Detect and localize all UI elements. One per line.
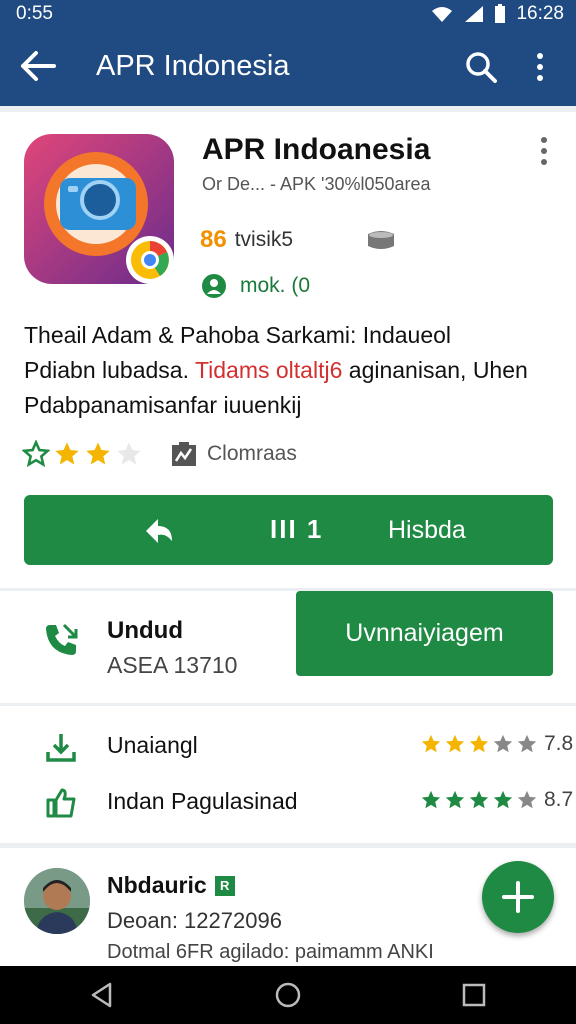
download-button[interactable]: Uvnnaiyiagem: [296, 591, 553, 676]
share-icon: [146, 519, 172, 543]
star-icon: [445, 734, 465, 753]
download-subtitle: ASEA 13710: [107, 652, 238, 678]
download-card: Undud ASEA 13710 Uvnnaiyiagem: [0, 591, 576, 703]
app-title: APR Indoanesia: [202, 133, 431, 166]
status-clock: 16:28: [516, 3, 564, 24]
info-row[interactable]: Indan Pagulasinad 8.7: [0, 776, 576, 826]
storage-icon: [368, 231, 394, 249]
add-fab-button[interactable]: [482, 861, 554, 933]
wifi-icon: [432, 7, 453, 22]
description-line: Pdabpanamisanfar iuuenkij: [24, 392, 302, 418]
star-empty-icon: [117, 442, 141, 465]
overflow-menu-icon[interactable]: [528, 50, 552, 84]
row-rating-value: 7.8: [544, 732, 574, 755]
category-label: Clomraas: [207, 442, 297, 465]
app-description: Theail Adam & Pahoba Sarkami: Indaueol P…: [24, 318, 554, 423]
star-icon: [55, 442, 79, 465]
review-text: Dotmal 6FR agilado: paimamm ANKI: [107, 941, 434, 963]
download-count: 86 tvisik5: [200, 226, 293, 254]
download-title: Undud: [107, 617, 183, 644]
nav-home-icon[interactable]: [274, 981, 302, 1009]
age-rating: mok. (0: [200, 272, 310, 300]
star-rating: [22, 440, 143, 468]
star-icon: [421, 734, 441, 753]
install-button-count: III 1: [270, 514, 324, 544]
star-icon: [493, 790, 513, 809]
app-subtitle: Or De... - APK '30%l050area: [202, 174, 431, 194]
download-number: 86: [200, 226, 227, 253]
star-icon: [469, 734, 489, 753]
phone-call-icon: [46, 623, 78, 655]
status-icons: 16:28: [430, 3, 564, 25]
rating-row: Clomraas: [22, 440, 297, 468]
row-stars: [420, 733, 538, 755]
system-nav-bar: [0, 966, 576, 1024]
search-icon[interactable]: [464, 50, 498, 84]
star-icon: [421, 790, 441, 809]
category-icon: [172, 442, 196, 466]
signal-icon: [465, 6, 484, 22]
row-stars: [420, 789, 538, 811]
description-highlight: Tidams oltaltj6: [194, 357, 343, 383]
install-button[interactable]: III 1 Hisbda: [24, 495, 553, 565]
star-empty-icon: [517, 734, 537, 753]
description-line: Pdiabn lubadsa. Tidams oltaltj6 aginanis…: [24, 353, 554, 388]
star-empty-icon: [493, 734, 513, 753]
review-date: Deoan: 12272096: [107, 908, 282, 933]
description-text: Pdiabn lubadsa.: [24, 357, 195, 383]
info-row[interactable]: Unaiangl 7.8: [0, 720, 576, 770]
reviewer-name: Nbdauric: [107, 872, 207, 898]
back-arrow-icon[interactable]: [20, 50, 56, 82]
info-row-label: Indan Pagulasinad: [107, 788, 298, 814]
row-star-rating: 7.8: [420, 732, 573, 756]
star-icon: [469, 790, 489, 809]
star-icon: [445, 790, 465, 809]
user-location-icon: [202, 274, 226, 298]
age-rating-label: mok. (0: [240, 274, 311, 297]
install-button-label: Hisbda: [388, 516, 466, 544]
row-star-rating: 8.7: [420, 788, 573, 812]
nav-recents-icon[interactable]: [460, 981, 488, 1009]
status-time: 0:55: [16, 3, 53, 24]
nav-back-icon[interactable]: [88, 981, 116, 1009]
battery-icon: [495, 4, 506, 23]
download-label: tvisik5: [234, 228, 294, 251]
row-rating-value: 8.7: [544, 788, 574, 811]
download-icon: [46, 734, 76, 762]
description-line: Theail Adam & Pahoba Sarkami: Indaueol: [24, 322, 452, 348]
thumbs-up-icon: [46, 788, 76, 818]
description-text: aginanisan, Uhen: [342, 357, 528, 383]
app-bar: APR Indonesia: [0, 28, 576, 106]
plus-icon: [502, 881, 534, 913]
info-row-label: Unaiangl: [107, 732, 198, 758]
status-bar: 0:55 16:28: [0, 0, 576, 28]
star-outline-icon: [22, 440, 50, 468]
app-details-card: APR Indoanesia Or De... - APK '30%l050ar…: [0, 112, 576, 588]
info-rows-card: Unaiangl 7.8 Indan Pagulasinad 8.7: [0, 706, 576, 843]
star-empty-icon: [517, 790, 537, 809]
verified-badge: R: [214, 875, 235, 896]
toolbar-title: APR Indonesia: [96, 50, 290, 82]
star-icon: [86, 442, 110, 465]
avatar[interactable]: [24, 868, 90, 934]
reviewer-name-row: Nbdauric R: [107, 872, 235, 899]
app-icon[interactable]: [24, 134, 174, 284]
overflow-menu-icon[interactable]: [536, 136, 552, 166]
